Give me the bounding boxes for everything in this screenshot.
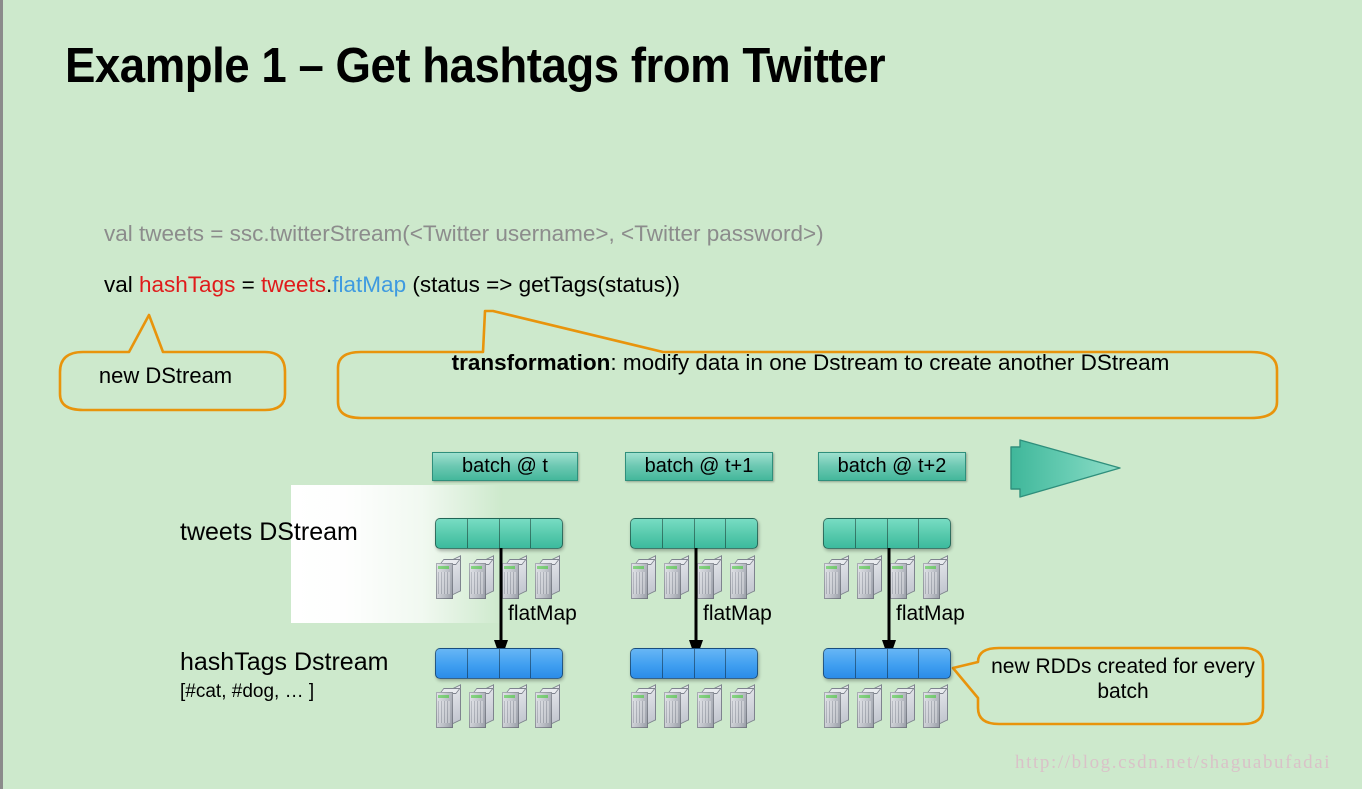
code-token-flatmap: flatMap (332, 272, 407, 297)
rdd-cell (919, 649, 950, 678)
rdd-cell (695, 519, 727, 548)
server-row-output-t1 (631, 684, 755, 728)
server-icon (730, 684, 755, 728)
rdd-cell (726, 519, 757, 548)
code-line-hashtags: val hashTags = tweets.flatMap (status =>… (104, 272, 680, 298)
server-icon (664, 684, 689, 728)
input-rdd-bar-t (435, 518, 563, 549)
rdd-cell (663, 649, 695, 678)
server-icon (535, 555, 560, 599)
callout-new-rdds-label: new RDDs created for every batch (991, 655, 1255, 703)
server-icon (857, 684, 882, 728)
rdd-cell (919, 519, 950, 548)
flatmap-label-t: flatMap (508, 602, 577, 625)
code-token-equals: = (235, 272, 261, 297)
white-fade-overlay (291, 485, 503, 623)
server-icon (824, 555, 849, 599)
rdd-cell (631, 519, 663, 548)
output-rdd-bar-t2 (823, 648, 951, 679)
rdd-cell (631, 649, 663, 678)
batch-label-t: batch @ t (432, 452, 578, 481)
server-icon (631, 684, 656, 728)
input-rdd-bar-t2 (823, 518, 951, 549)
rdd-cell (856, 649, 888, 678)
code-line-tweets: val tweets = ssc.twitterStream(<Twitter … (104, 221, 824, 246)
callout-transformation-rest: : modify data in one Dstream to create a… (610, 350, 1170, 375)
batch-label-t2: batch @ t+2 (818, 452, 966, 481)
row-label-hashtags-sample: [#cat, #dog, … ] (180, 681, 315, 702)
rdd-cell (468, 649, 500, 678)
rdd-cell (531, 649, 562, 678)
server-icon (469, 684, 494, 728)
code-token-rest: (status => getTags(status)) (406, 272, 680, 297)
server-icon (535, 684, 560, 728)
callout-transformation-bold: transformation (451, 350, 611, 375)
watermark-text: http://blog.csdn.net/shaguabufadai (1015, 752, 1332, 773)
rdd-cell (531, 519, 562, 548)
server-icon (824, 684, 849, 728)
server-row-output-t (436, 684, 560, 728)
flow-direction-arrow (1010, 439, 1121, 498)
rdd-cell (888, 649, 920, 678)
rdd-cell (436, 649, 468, 678)
rdd-cell (726, 649, 757, 678)
server-icon (664, 555, 689, 599)
server-icon (631, 555, 656, 599)
batch-label-t1: batch @ t+1 (625, 452, 773, 481)
server-icon (697, 684, 722, 728)
flatmap-label-t1: flatMap (703, 602, 772, 625)
rdd-cell (888, 519, 920, 548)
rdd-cell (468, 519, 500, 548)
callout-new-dstream-label: new DStream (98, 363, 233, 388)
flatmap-arrow-t1 (689, 548, 703, 660)
output-rdd-bar-t1 (630, 648, 758, 679)
rdd-cell (436, 519, 468, 548)
server-icon (923, 555, 948, 599)
input-rdd-bar-t1 (630, 518, 758, 549)
code-token-val: val (104, 272, 140, 297)
rdd-cell (695, 649, 727, 678)
row-label-tweets-dstream: tweets DStream (180, 518, 358, 546)
callout-transformation-label: transformation: modify data in one Dstre… (348, 350, 1273, 377)
code-token-hashtags: hashTags (139, 272, 236, 297)
rdd-cell (663, 519, 695, 548)
rdd-cell (500, 519, 532, 548)
rdd-cell (500, 649, 532, 678)
server-icon (502, 684, 527, 728)
server-icon (857, 555, 882, 599)
server-row-output-t2 (824, 684, 948, 728)
rdd-cell (824, 649, 856, 678)
flatmap-arrow-t2 (882, 548, 896, 660)
flatmap-label-t2: flatMap (896, 602, 965, 625)
code-token-tweets: tweets (261, 272, 327, 297)
callout-new-dstream-shape (58, 313, 287, 412)
flatmap-arrow-t (494, 548, 508, 660)
server-icon (469, 555, 494, 599)
page-title: Example 1 – Get hashtags from Twitter (65, 39, 886, 93)
slide-canvas: Example 1 – Get hashtags from Twitter va… (0, 0, 1362, 789)
row-label-hashtags-dstream: hashTags Dstream (180, 648, 389, 676)
server-icon (730, 555, 755, 599)
rdd-cell (824, 519, 856, 548)
rdd-cell (856, 519, 888, 548)
server-icon (436, 684, 461, 728)
server-icon (923, 684, 948, 728)
output-rdd-bar-t (435, 648, 563, 679)
server-icon (890, 684, 915, 728)
server-icon (436, 555, 461, 599)
